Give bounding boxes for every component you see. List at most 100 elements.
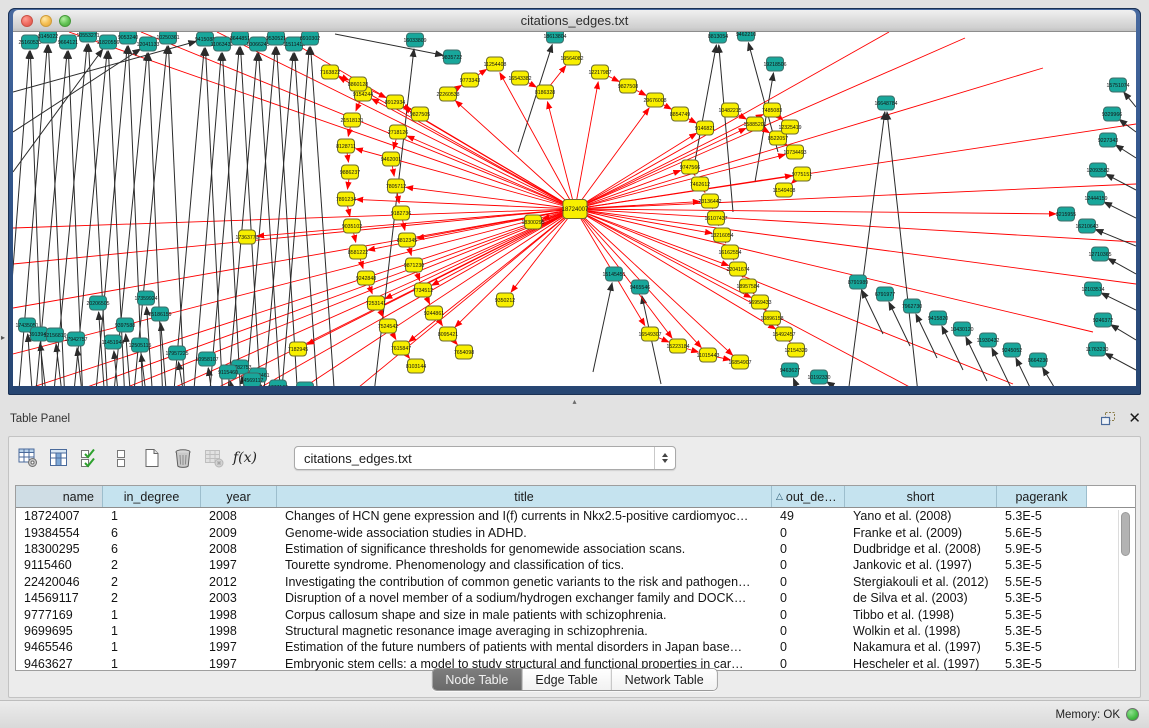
network-node[interactable]: 8103144	[406, 359, 426, 373]
network-node[interactable]: 8128711	[336, 139, 356, 153]
delete-rows-trash-icon[interactable]	[172, 447, 194, 469]
network-node[interactable]: 10430120	[950, 322, 973, 336]
network-node[interactable]: 11820556	[97, 35, 120, 49]
clear-selection-icon[interactable]	[110, 447, 132, 469]
network-node[interactable]: 9115460	[218, 365, 238, 379]
network-node[interactable]: 6791977	[875, 287, 895, 301]
table-row[interactable]: 977716911998Corpus callosum shape and si…	[16, 606, 1135, 622]
network-node[interactable]: 13216054	[710, 228, 733, 242]
network-node[interactable]: 9227343	[1098, 133, 1118, 147]
network-node[interactable]: 15751074	[1106, 78, 1129, 92]
network-node[interactable]: 17942757	[64, 332, 87, 346]
network-node[interactable]: 9397588	[115, 318, 135, 332]
network-node[interactable]: 10734493	[783, 145, 806, 159]
network-node[interactable]: 11549408	[773, 183, 796, 197]
network-node[interactable]: 7962730	[902, 299, 922, 313]
network-node[interactable]: 16543382	[508, 71, 531, 85]
network-node[interactable]: 8812345	[397, 233, 417, 247]
function-builder-icon[interactable]: f(x)	[234, 447, 256, 469]
column-header-title[interactable]: title	[277, 486, 772, 507]
network-node[interactable]: 16854907	[728, 355, 751, 369]
network-node[interactable]: 9146821	[695, 121, 715, 135]
delete-table-icon[interactable]	[203, 447, 225, 469]
network-node[interactable]: 9463627	[780, 363, 800, 377]
splitter-grip-icon[interactable]: ▴	[570, 398, 579, 405]
network-node[interactable]: 11015443	[697, 348, 720, 362]
network-node[interactable]: 22041674	[726, 262, 749, 276]
network-node[interactable]: 10958107	[195, 352, 218, 366]
network-node[interactable]: 9827505	[410, 107, 430, 121]
network-node[interactable]: 12154329	[784, 343, 807, 357]
network-node[interactable]: 17359924	[134, 291, 157, 305]
column-header-year[interactable]: year	[201, 486, 277, 507]
network-node[interactable]: 9871230	[404, 258, 424, 272]
network-node[interactable]: 10896158	[760, 311, 783, 325]
network-node[interactable]: 12156819	[43, 328, 66, 342]
network-node[interactable]: 16648784	[874, 96, 897, 110]
tab-node-table[interactable]: Node Table	[432, 669, 522, 690]
column-header-outde[interactable]: △out_de…	[772, 486, 845, 507]
network-node[interactable]: 10482215	[718, 103, 741, 117]
network-node[interactable]: 9835722	[442, 50, 462, 64]
network-node[interactable]: 11763230	[1086, 342, 1109, 356]
network-node[interactable]: 8095421	[438, 327, 458, 341]
table-row[interactable]: 911546021997Tourette syndrome. Phenomeno…	[16, 557, 1135, 573]
network-node[interactable]: 9699695	[295, 382, 315, 386]
network-node[interactable]: 9035102	[342, 219, 362, 233]
network-node[interactable]: 8854749	[670, 107, 690, 121]
network-node[interactable]: 7253141	[366, 296, 386, 310]
network-node[interactable]: 21518131	[340, 113, 363, 127]
float-panel-icon[interactable]	[1101, 412, 1116, 426]
network-node[interactable]: 9242848	[356, 271, 376, 285]
network-node[interactable]: 8910302	[300, 32, 320, 45]
table-row[interactable]: 969969511998Structural magnetic resonanc…	[16, 623, 1135, 639]
network-node[interactable]: 9415820	[928, 311, 948, 325]
network-node[interactable]: 15145451	[602, 267, 625, 281]
network-node[interactable]: 9886237	[340, 165, 360, 179]
network-node[interactable]: 16107437	[704, 211, 727, 225]
network-node[interactable]: 9245052	[1002, 343, 1022, 357]
network-node[interactable]: 8664230	[1028, 353, 1048, 367]
network-node[interactable]: 16162554	[718, 245, 741, 259]
table-scrollbar-thumb[interactable]	[1121, 512, 1130, 556]
network-node[interactable]: 16549307	[638, 327, 661, 341]
horizontal-splitter[interactable]: ▴	[0, 395, 1149, 408]
network-node[interactable]: 18300295	[521, 215, 544, 229]
network-node[interactable]: 7891234	[336, 192, 356, 206]
column-header-indegree[interactable]: in_degree	[103, 486, 201, 507]
network-node[interactable]: 11451944	[102, 335, 125, 349]
network-node[interactable]: 2718126	[388, 125, 408, 139]
network-node[interactable]: 8215955	[1056, 207, 1076, 221]
network-node[interactable]: 23136442	[698, 194, 721, 208]
table-row[interactable]: 1938455462009Genome-wide association stu…	[16, 524, 1135, 540]
window-titlebar[interactable]: citations_edges.txt	[13, 10, 1136, 32]
tab-edge-table[interactable]: Edge Table	[522, 669, 611, 690]
network-node[interactable]: 7734512	[413, 283, 433, 297]
network-node[interactable]: 12103514	[1081, 282, 1104, 296]
network-node[interactable]: 11254408	[484, 57, 507, 71]
network-node[interactable]: 16959433	[748, 295, 771, 309]
close-panel-icon[interactable]: ✕	[1128, 411, 1141, 426]
table-scrollbar[interactable]	[1118, 510, 1132, 668]
network-node[interactable]: 9773343	[460, 73, 480, 87]
network-node[interactable]: 9329966	[1102, 107, 1122, 121]
network-node[interactable]: 19218506	[763, 57, 786, 71]
network-node[interactable]: 18724007	[562, 200, 589, 219]
network-node[interactable]: 11930432	[977, 333, 1000, 347]
network-node[interactable]: 9465546	[630, 280, 650, 294]
network-node[interactable]: 7182945	[288, 342, 308, 356]
column-header-pagerank[interactable]: pagerank	[997, 486, 1087, 507]
network-node[interactable]: 7805712	[386, 179, 406, 193]
network-node[interactable]: 9827508	[618, 79, 638, 93]
column-header-name[interactable]: name	[16, 486, 103, 507]
network-node[interactable]: 12710365	[1088, 247, 1111, 261]
network-node[interactable]: 8813054	[708, 32, 728, 43]
network-node[interactable]: 7615847	[391, 341, 411, 355]
network-node[interactable]: 12444159	[1084, 191, 1107, 205]
memory-status-icon[interactable]	[1126, 708, 1139, 721]
network-node[interactable]: 17957225	[165, 346, 188, 360]
network-node[interactable]: 7524542	[378, 319, 398, 333]
network-node[interactable]: 15223184	[666, 339, 689, 353]
network-node[interactable]: 10250361	[156, 32, 179, 44]
network-node[interactable]: 9462210	[736, 32, 756, 41]
